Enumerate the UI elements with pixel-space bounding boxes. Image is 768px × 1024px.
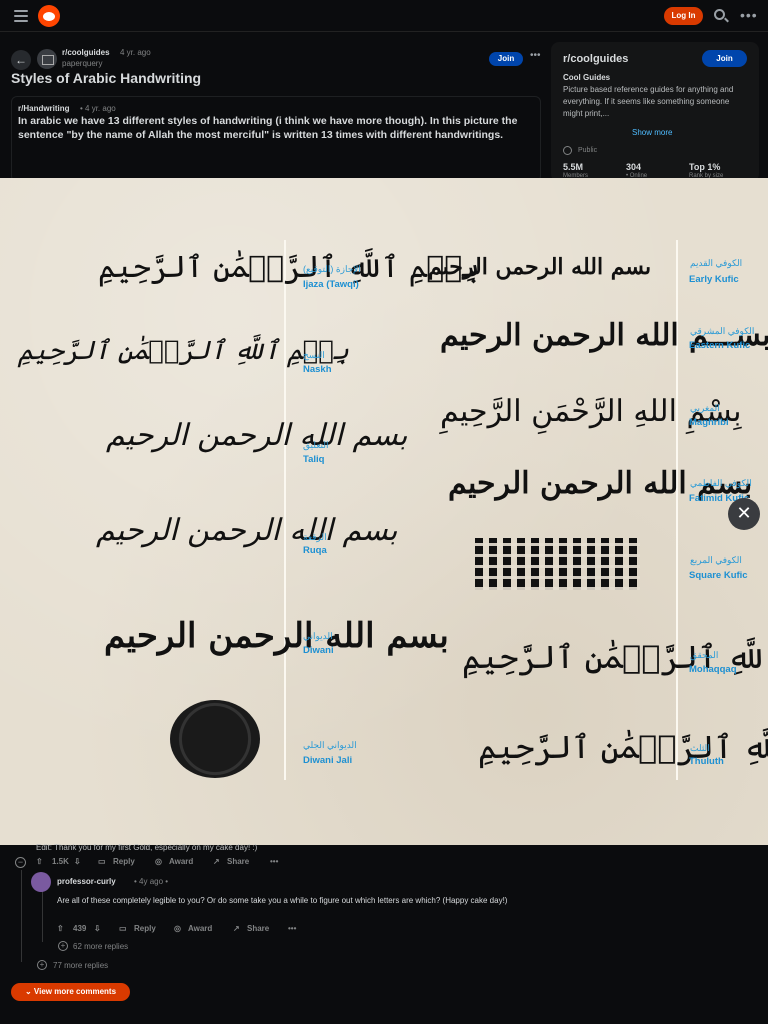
crosspost-age: • 4 yr. ago [80,104,116,113]
label-early-kufic: Early Kufic [689,274,739,285]
label-ar-square-kufic: الكوفي المربع [690,555,742,565]
reddit-logo-icon[interactable] [38,5,60,27]
sidebar-heading: Cool Guides [563,73,611,82]
post-title: Styles of Arabic Handwriting [11,70,202,86]
subreddit-name[interactable]: r/coolguides [62,48,110,57]
c2-award-icon[interactable]: ◎ [174,924,181,933]
label-ar-mohaqqaq: المحقق [690,650,719,660]
calligraphy-early-kufic: ٮسم الله الرحمں الرحىم [428,254,652,280]
c2-username[interactable]: professor-curly [57,877,116,886]
login-button[interactable]: Log In [664,7,703,25]
menu-icon[interactable] [14,10,28,22]
label-ar-taliq: التعليق [303,440,329,450]
c2-more-icon[interactable]: ••• [288,924,296,933]
sidebar-description: Picture based reference guides for anyth… [563,85,734,118]
crosspost-body: In arabic we have 13 different styles of… [18,115,518,141]
collapse-thread-icon[interactable]: − [15,857,26,868]
c2-age: • 4y ago • [134,877,169,886]
c2-reply-icon[interactable]: ▭ [119,924,127,933]
c2-vote-count: 439 [73,924,87,933]
calligraphy-thuluth: بِسۡمِ ٱللَّهِ ٱلرَّحۡمَٰنِ ٱلرَّحِيمِ [478,728,768,766]
label-ar-thuluth: الثلث [690,743,710,753]
thread-line-nested[interactable] [42,890,43,942]
more-replies-link-outer[interactable]: 77 more replies [53,961,108,970]
award-icon[interactable]: ◎ [155,857,162,866]
label-diwani-jali: Diwani Jali [303,755,353,766]
more-options-icon[interactable]: ••• [740,7,758,23]
label-diwani: Diwani [303,645,334,656]
online-count: 304 [626,162,642,172]
expand-replies-icon[interactable]: + [58,941,68,951]
calligraphy-ijaza: بِسۡمِ ٱللَّهِ ٱلرَّحۡمَٰنِ ٱلرَّحِيمِ [98,250,480,285]
public-label: Public [578,147,598,154]
calligraphy-diwani-jali [170,700,260,778]
show-more-link[interactable]: Show more [632,128,672,137]
sidebar-title[interactable]: r/coolguides [563,53,628,65]
label-ar-fatimid-kufic: الكوفي الفاطمي [690,478,752,488]
subreddit-avatar[interactable] [37,49,57,69]
share-icon[interactable]: ↗ [213,857,220,866]
label-ar-diwani-jali: الديواني الجلي [303,740,357,750]
post-author[interactable]: paperquery [62,59,102,68]
label-ar-naskh: النسخ [303,350,325,360]
view-more-label: View more comments [33,987,117,996]
rank-value: Top 1% [689,162,721,172]
divider-left [284,240,286,780]
c2-body: Are all of these completely legible to y… [57,896,508,905]
label-naskh: Naskh [303,364,332,375]
more-replies-link[interactable]: 62 more replies [73,942,128,951]
c2-reply-button[interactable]: Reply [134,924,156,933]
top-bar: Log In ••• [0,0,768,32]
c2-award-button[interactable]: Award [188,924,212,933]
label-square-kufic: Square Kufic [689,570,748,581]
label-maghribi: Maghribi [689,417,729,428]
label-ruqa: Ruqa [303,545,327,556]
label-ijaza: Ijaza (Tawqi) [303,279,359,290]
c2-upvote-icon[interactable]: ⇧ [57,924,64,933]
join-button-header[interactable]: Join [489,52,523,66]
c2-share-button[interactable]: Share [247,924,269,933]
comment-edit-text: Edit: Thank you for my first Gold, espec… [36,843,258,852]
c1-more-icon[interactable]: ••• [270,857,278,866]
c1-vote-count: 1.5K [52,857,69,866]
label-eastern-kufic: Eastern Kufic [689,340,751,351]
globe-icon [563,146,572,155]
c1-reply-button[interactable]: Reply [113,857,135,866]
image-viewer[interactable]: بِسۡمِ ٱللَّهِ ٱلرَّحۡمَٰنِ ٱلرَّحِيمِ ب… [0,178,768,845]
calligraphy-taliq: بسم الله الرحمن الرحيم [106,418,408,453]
label-mohaqqaq: Mohaqqaq [689,664,737,675]
post-age: 4 yr. ago [120,48,151,57]
calligraphy-ruqa: بسم الله الرحمن الرحيم [96,513,398,548]
calligraphy-naskh: بِسۡمِ ٱللَّهِ ٱلرَّحۡمَٰنِ ٱلرَّحِيمِ [18,336,349,366]
join-button-sidebar[interactable]: Join [702,50,747,67]
calligraphy-square-kufic [475,538,640,590]
label-ar-eastern-kufic: الكوفي المشرقي [690,326,755,336]
label-ar-diwani: الديواني [303,631,333,641]
expand-replies-icon-outer[interactable]: + [37,960,47,970]
view-more-comments-button[interactable]: ⌄ View more comments [11,983,130,1001]
c2-share-icon[interactable]: ↗ [233,924,240,933]
label-thuluth: Thuluth [689,756,724,767]
back-button[interactable]: ← [11,50,31,70]
c2-downvote-icon[interactable]: ⇩ [94,924,101,933]
c1-award-button[interactable]: Award [169,857,193,866]
label-ar-maghribi: المغربي [690,403,720,413]
search-icon[interactable] [714,9,725,20]
close-image-button[interactable]: ✕ [728,498,760,530]
post-more-icon[interactable]: ••• [530,50,541,61]
thread-line[interactable] [21,870,22,962]
label-ar-ruqa: الرقعة [303,532,327,542]
calligraphy-diwani: بسم الله الرحمن الرحيم [104,616,449,656]
upvote-icon[interactable]: ⇧ [36,857,43,866]
crosspost-subreddit[interactable]: r/Handwriting [18,104,70,113]
c1-share-button[interactable]: Share [227,857,249,866]
downvote-icon[interactable]: ⇩ [74,857,81,866]
reply-icon[interactable]: ▭ [98,857,106,866]
label-ar-early-kufic: الكوفي القديم [690,258,743,268]
label-taliq: Taliq [303,454,325,465]
members-count: 5.5M [563,162,584,172]
label-ar-ijaza: الإجازة (التوقيع) [303,264,361,274]
avatar[interactable] [31,872,51,892]
